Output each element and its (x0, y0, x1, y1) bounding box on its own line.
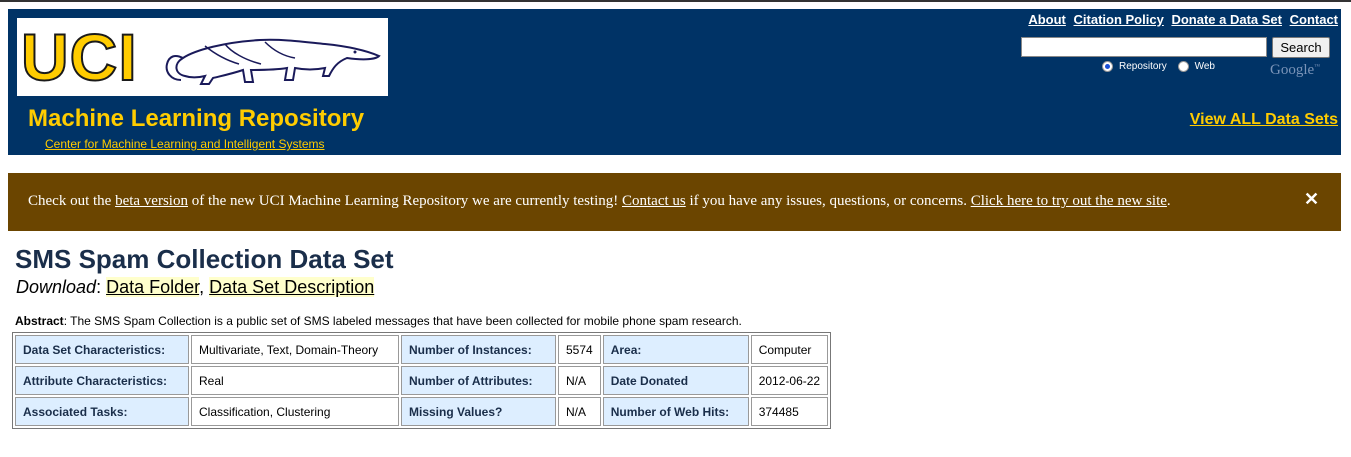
dataset-description-link[interactable]: Data Set Description (209, 277, 375, 297)
banner-text-2: of the new UCI Machine Learning Reposito… (187, 193, 622, 209)
table-value-cell: Multivariate, Text, Domain-Theory (191, 335, 399, 364)
radio-repository-label: Repository (1119, 61, 1167, 72)
dataset-info-table: Data Set Characteristics: Multivariate, … (12, 332, 832, 429)
google-logo-text: Google (1270, 62, 1315, 78)
try-new-site-link[interactable]: Click here to try out the new site (971, 193, 1167, 209)
beta-banner: Check out the beta version of the new UC… (8, 173, 1341, 231)
table-header-cell: Data Set Characteristics: (15, 335, 189, 364)
page-title: SMS Spam Collection Data Set (15, 244, 394, 274)
radio-repository[interactable] (1102, 61, 1113, 72)
top-border (0, 0, 1351, 2)
google-logo: Google™ (1270, 62, 1321, 78)
close-icon[interactable]: ✕ (1304, 189, 1319, 210)
table-header-cell: Number of Web Hits: (602, 397, 749, 426)
banner-text-4: . (1166, 193, 1171, 209)
contact-us-link[interactable]: Contact us (622, 193, 686, 209)
center-link[interactable]: Center for Machine Learning and Intellig… (45, 137, 325, 151)
uci-logo[interactable]: UCI (17, 18, 388, 96)
table-row: Associated Tasks: Classification, Cluste… (15, 397, 829, 426)
repository-title: Machine Learning Repository (28, 105, 365, 132)
donate-link[interactable]: Donate a Data Set (1171, 12, 1282, 27)
table-row: Attribute Characteristics: Real Number o… (15, 366, 829, 395)
citation-policy-link[interactable]: Citation Policy (1074, 12, 1164, 27)
logo-text: UCI (20, 19, 138, 95)
table-value-cell: N/A (558, 366, 601, 395)
table-value-cell: N/A (558, 397, 601, 426)
table-value-cell: 374485 (750, 397, 829, 426)
table-header-cell: Missing Values? (401, 397, 556, 426)
download-label: Download (16, 277, 97, 297)
banner-text-1: Check out the (28, 193, 116, 209)
radio-web[interactable] (1177, 61, 1189, 72)
table-value-cell: Computer (750, 335, 829, 364)
table-value-cell: 5574 (558, 335, 601, 364)
banner-text-3: if you have any issues, questions, or co… (685, 193, 971, 209)
abstract: Abstract: The SMS Spam Collection is a p… (15, 314, 742, 328)
anteater-icon (165, 38, 381, 85)
table-header-cell: Area: (602, 335, 749, 364)
abstract-text: : The SMS Spam Collection is a public se… (63, 314, 742, 328)
table-header-cell: Attribute Characteristics: (15, 366, 189, 395)
search-scope: Repository Web (1102, 61, 1223, 72)
contact-link[interactable]: Contact (1290, 12, 1338, 27)
search-input[interactable] (1021, 37, 1267, 57)
view-all-datasets-link[interactable]: View ALL Data Sets (1190, 111, 1338, 129)
search-button[interactable]: Search (1272, 37, 1330, 58)
beta-version-link[interactable]: beta version (115, 193, 188, 209)
link-separator: , (199, 277, 210, 297)
table-header-cell: Number of Instances: (401, 335, 556, 364)
table-header-cell: Associated Tasks: (15, 397, 189, 426)
radio-web-label: Web (1194, 61, 1215, 72)
abstract-label: Abstract (15, 314, 64, 328)
banner-message: Check out the beta version of the new UC… (28, 193, 1171, 210)
table-value-cell: Real (191, 366, 399, 395)
download-separator: : (96, 277, 107, 297)
table-header-cell: Date Donated (602, 366, 749, 395)
table-row: Data Set Characteristics: Multivariate, … (15, 335, 829, 364)
download-row: Download: Data Folder, Data Set Descript… (16, 277, 375, 298)
top-nav: About Citation Policy Donate a Data Set … (1024, 12, 1338, 27)
table-header-cell: Number of Attributes: (401, 366, 556, 395)
table-value-cell: 2012-06-22 (750, 366, 829, 395)
data-folder-link[interactable]: Data Folder (106, 277, 200, 297)
table-value-cell: Classification, Clustering (191, 397, 399, 426)
about-link[interactable]: About (1028, 12, 1066, 27)
site-header: UCI Machine Learning Repository Center f… (8, 9, 1341, 155)
